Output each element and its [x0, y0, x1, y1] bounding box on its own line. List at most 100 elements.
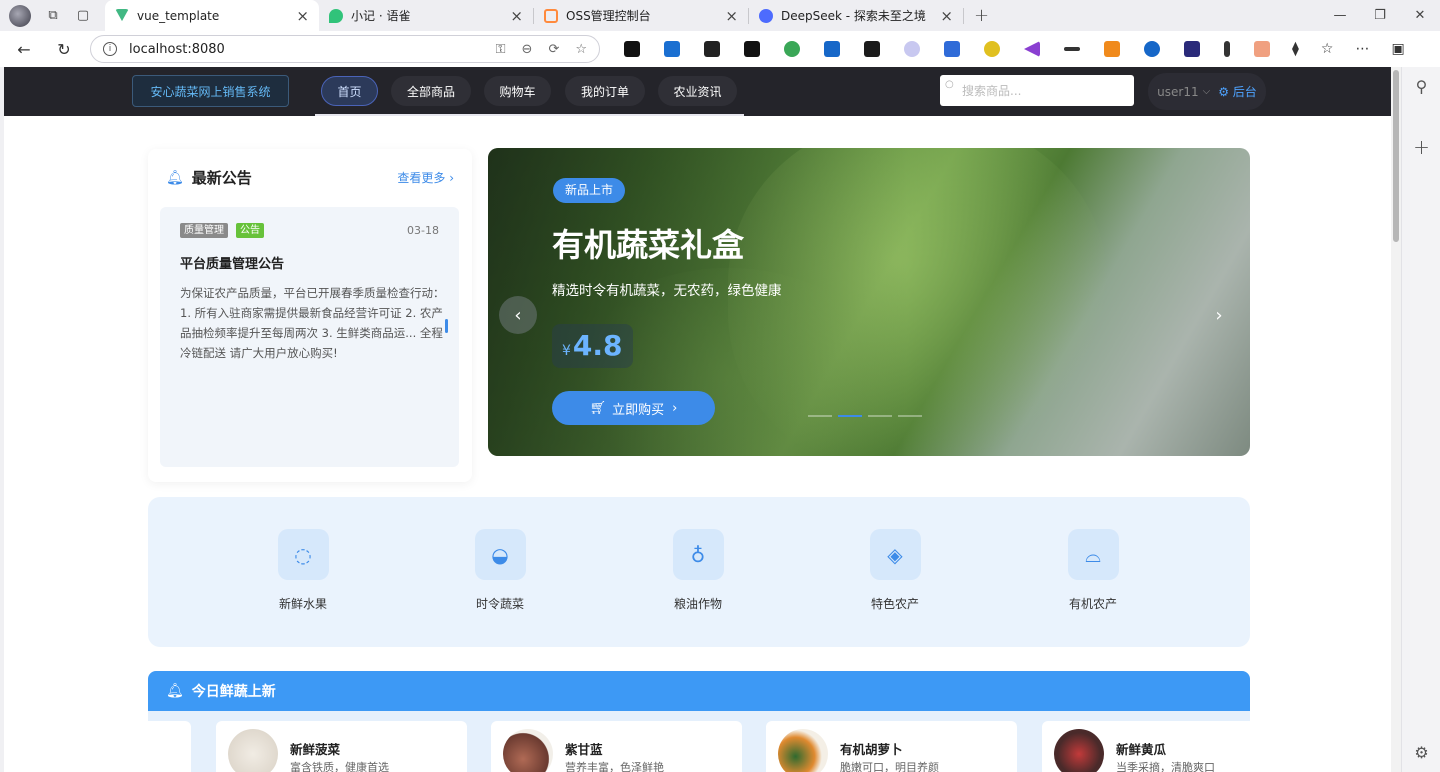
extension-icon[interactable]	[824, 41, 840, 57]
buy-now-button[interactable]: 🛒︎ 立即购买 ›	[552, 391, 715, 425]
workspaces-icon[interactable]: ⧉	[45, 8, 61, 24]
banner-tag: 新品上市	[553, 178, 626, 203]
url-text[interactable]: localhost:8080	[129, 42, 480, 57]
category-seasonal-veg[interactable]: ◒ 时令蔬菜	[440, 529, 560, 612]
new-tab-icon[interactable]: +	[974, 5, 989, 26]
scrollbar-thumb[interactable]	[1393, 70, 1399, 242]
tab-title: 小记 · 语雀	[351, 9, 411, 23]
extension-icon[interactable]	[944, 41, 960, 57]
nav-home[interactable]: 首页	[321, 76, 378, 106]
extensions-puzzle-icon[interactable]: ⧫	[1292, 41, 1299, 57]
close-tab-icon[interactable]: ×	[725, 7, 738, 25]
vertical-tabs-icon[interactable]: ▢	[75, 8, 91, 24]
notice-tag-category: 质量管理	[180, 223, 228, 238]
extension-icon[interactable]	[1144, 41, 1160, 57]
product-name[interactable]: 新鲜黄瓜	[1116, 739, 1166, 758]
favorite-star-icon[interactable]: ☆	[575, 42, 587, 57]
notice-item[interactable]: 质量管理 公告 03-18 平台质量管理公告 为保证农产品质量，平台已开展春季质…	[160, 207, 459, 467]
notice-scroll-indicator[interactable]	[445, 319, 448, 333]
extension-icon[interactable]	[664, 41, 680, 57]
profile-avatar[interactable]	[9, 4, 31, 27]
carousel-dot[interactable]	[808, 415, 832, 417]
product-card-partial[interactable]	[148, 721, 191, 772]
category-organic[interactable]: ⌓ 有机农产	[1033, 529, 1153, 612]
password-key-icon[interactable]: ⚿	[496, 42, 506, 57]
carousel-next-button[interactable]: ›	[1200, 296, 1238, 334]
extension-icon[interactable]	[1184, 41, 1200, 57]
product-name[interactable]: 新鲜菠菜	[290, 739, 340, 758]
product-search-input[interactable]: ○ 搜索商品...	[940, 75, 1134, 106]
product-card[interactable]: 新鲜黄瓜 当季采摘，清脆爽口	[1042, 721, 1250, 772]
admin-link[interactable]: ⚙ 后台	[1218, 83, 1257, 100]
category-label: 有机农产	[1068, 597, 1117, 611]
add-icon[interactable]: +	[1402, 135, 1440, 159]
reload-icon[interactable]: ↻	[54, 40, 74, 59]
nav-my-orders[interactable]: 我的订单	[565, 76, 645, 106]
close-tab-icon[interactable]: ×	[510, 7, 523, 25]
carousel-dot[interactable]	[868, 415, 892, 417]
browser-tab-vue-template[interactable]: vue_template ×	[105, 0, 319, 31]
extension-icon[interactable]	[1254, 41, 1270, 57]
extension-icon[interactable]	[784, 41, 800, 57]
search-placeholder: 搜索商品...	[962, 84, 1022, 98]
banner-title: 有机蔬菜礼盒	[552, 226, 745, 264]
minimize-icon[interactable]: —	[1320, 0, 1360, 31]
back-icon[interactable]: ←	[14, 40, 34, 59]
chevron-down-icon[interactable]: ⌵	[1203, 86, 1211, 97]
notice-more-link[interactable]: 查看更多 ›	[397, 169, 454, 186]
extension-icon[interactable]	[984, 41, 1000, 57]
notice-more-label: 查看更多	[397, 171, 446, 185]
username[interactable]: user11	[1157, 85, 1198, 99]
browser-tab-yuque[interactable]: 小记 · 语雀 ×	[319, 0, 533, 31]
search-icon: ○	[945, 79, 954, 90]
product-card[interactable]: 紫甘蓝 营养丰富，色泽鲜艳	[491, 721, 742, 772]
carousel-dot[interactable]	[838, 415, 862, 417]
close-tab-icon[interactable]: ×	[940, 7, 953, 25]
site-brand[interactable]: 安心蔬菜网上销售系统	[132, 75, 289, 107]
notice-item-title[interactable]: 平台质量管理公告	[180, 253, 284, 272]
product-name[interactable]: 紫甘蓝	[565, 739, 603, 758]
page-scrollbar[interactable]	[1391, 67, 1401, 772]
close-window-icon[interactable]: ✕	[1400, 0, 1440, 31]
restore-icon[interactable]: ❐	[1360, 0, 1400, 31]
extension-icon[interactable]	[624, 41, 640, 57]
tab-divider	[963, 7, 964, 24]
extension-icon[interactable]	[904, 41, 920, 57]
extension-icon[interactable]	[864, 41, 880, 57]
sidebar-toggle-icon[interactable]: ▣	[1391, 41, 1404, 57]
zoom-icon[interactable]: ⊖	[522, 42, 533, 57]
extension-icon[interactable]	[1064, 47, 1080, 51]
nav-cart[interactable]: 购物车	[484, 76, 551, 106]
hero-carousel[interactable]: 新品上市 有机蔬菜礼盒 精选时令有机蔬菜，无农药，绿色健康 ¥ 4.8 🛒︎ 立…	[488, 148, 1250, 456]
site-info-icon[interactable]: i	[103, 42, 117, 56]
product-card[interactable]: 新鲜菠菜 富含铁质，健康首选	[216, 721, 467, 772]
favorites-icon[interactable]: ☆	[1321, 41, 1334, 57]
category-grain-oil[interactable]: ♁ 粮油作物	[638, 529, 758, 612]
settings-gear-icon[interactable]: ⚙	[1402, 743, 1440, 762]
browser-tab-oss[interactable]: OSS管理控制台 ×	[534, 0, 748, 31]
extension-icon[interactable]	[744, 41, 760, 57]
extension-icon[interactable]	[704, 41, 720, 57]
product-name[interactable]: 有机胡萝卜	[840, 739, 903, 758]
bell-icon: 🔔︎	[166, 683, 184, 699]
address-bar[interactable]: i localhost:8080 ⚿ ⊖ ⟳ ☆	[90, 35, 600, 63]
banner-price: ¥ 4.8	[552, 324, 633, 368]
product-card[interactable]: 有机胡萝卜 脆嫩可口，明目养颜	[766, 721, 1017, 772]
extension-icon[interactable]	[1224, 41, 1230, 57]
close-tab-icon[interactable]: ×	[296, 7, 309, 25]
nav-all-products[interactable]: 全部商品	[391, 76, 471, 106]
translate-icon[interactable]: ⟳	[548, 42, 559, 57]
category-fresh-fruit[interactable]: ◌ 新鲜水果	[243, 529, 363, 612]
carousel-dot[interactable]	[898, 415, 922, 417]
carousel-prev-button[interactable]: ‹	[499, 296, 537, 334]
search-icon[interactable]: ⚲	[1402, 77, 1440, 96]
extension-icon[interactable]	[1104, 41, 1120, 57]
extension-icon[interactable]	[1024, 41, 1040, 57]
user-menu[interactable]: user11 ⌵ ⚙ 后台	[1148, 73, 1266, 110]
more-menu-icon[interactable]: ⋯	[1355, 41, 1369, 57]
buy-now-label: 立即购买	[612, 402, 665, 418]
browser-tab-deepseek[interactable]: DeepSeek - 探索未至之境 ×	[749, 0, 963, 31]
nav-agri-news[interactable]: 农业资讯	[658, 76, 737, 106]
notice-tag-type: 公告	[236, 223, 264, 238]
category-specialty[interactable]: ◈ 特色农产	[835, 529, 955, 612]
